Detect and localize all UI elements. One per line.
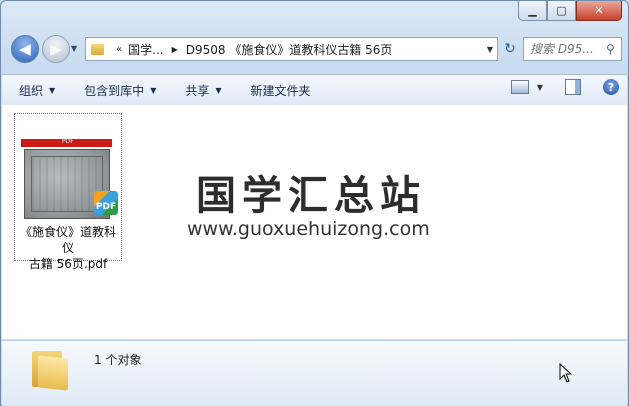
chevron-down-icon: ▼ [49, 85, 56, 95]
file-item[interactable]: PDF PDF 《施食仪》道教科仪 古籍 56页.pdf [14, 113, 122, 271]
file-list[interactable]: PDF PDF 《施食仪》道教科仪 古籍 56页.pdf 国学汇总站 www.g… [2, 105, 627, 339]
forward-button[interactable]: ▶ [42, 35, 70, 63]
chevron-down-icon: ▼ [215, 85, 222, 95]
pdf-file-icon: PDF [94, 191, 118, 215]
back-button[interactable]: ◀ [11, 35, 39, 63]
new-folder-label: 新建文件夹 [250, 83, 311, 98]
refresh-icon: ↻ [504, 41, 516, 57]
arrow-left-icon: ◀ [19, 40, 31, 58]
folder-icon [91, 43, 104, 55]
new-folder-button[interactable]: 新建文件夹 [251, 82, 311, 99]
mouse-cursor-icon [559, 363, 573, 383]
share-button[interactable]: 共享 ▼ [185, 82, 221, 99]
chevron-down-icon: ▼ [150, 85, 157, 95]
breadcrumb-current[interactable]: D9508 《施食仪》道教科仪古籍 56页 [186, 41, 393, 58]
watermark-url: www.guoxuehuizong.com [187, 218, 430, 240]
view-controls: ▼ ? [510, 79, 619, 95]
file-name-line2: 古籍 56页.pdf [28, 257, 108, 271]
share-label: 共享 [185, 83, 210, 98]
address-bar[interactable]: « 国学... ▶ D9508 《施食仪》道教科仪古籍 56页 ▼ [85, 37, 498, 61]
details-pane: 1 个对象 [2, 340, 627, 406]
command-bar: 组织 ▼ 包含到库中 ▼ 共享 ▼ 新建文件夹 ▼ ? [2, 74, 627, 106]
maximize-button[interactable]: ▢ [547, 1, 576, 21]
file-name-line1: 《施食仪》道教科仪 [19, 225, 116, 255]
item-count: 1 个对象 [94, 353, 142, 367]
large-folder-icon [30, 347, 72, 391]
search-input[interactable] [530, 42, 604, 56]
navigation-row: ◀ ▶ ▼ « 国学... ▶ D9508 《施食仪》道教科仪古籍 56页 ▼ … [9, 33, 622, 63]
watermark-title: 国学汇总站 [196, 173, 426, 219]
organize-button[interactable]: 组织 ▼ [19, 82, 55, 99]
breadcrumb-overflow[interactable]: « [116, 44, 122, 55]
search-box[interactable]: ⚲ [523, 37, 622, 61]
change-view-icon[interactable] [510, 80, 529, 94]
include-library-button[interactable]: 包含到库中 ▼ [84, 82, 156, 99]
close-button[interactable]: ✕ [576, 1, 622, 21]
minimize-button[interactable]: ▁ [518, 1, 547, 21]
file-name: 《施食仪》道教科仪 古籍 56页.pdf [15, 224, 121, 272]
preview-pane-icon[interactable] [565, 79, 581, 95]
explorer-window: ▁ ▢ ✕ ◀ ▶ ▼ « 国学... ▶ D9508 《施食仪》道教科仪古籍 … [0, 0, 629, 406]
organize-label: 组织 [19, 83, 44, 98]
breadcrumb-item[interactable]: 国学... [128, 41, 163, 58]
help-icon[interactable]: ? [603, 79, 619, 95]
thumbnail-banner-label: PDF [62, 138, 74, 145]
caption-buttons: ▁ ▢ ✕ [518, 1, 622, 21]
thumbnail-banner: PDF [21, 138, 112, 147]
refresh-button[interactable]: ↻ [499, 37, 521, 61]
address-dropdown-icon[interactable]: ▼ [487, 45, 493, 54]
breadcrumb-separator-icon[interactable]: ▶ [172, 45, 178, 54]
include-library-label: 包含到库中 [84, 83, 145, 98]
view-options-dropdown-icon[interactable]: ▼ [537, 83, 543, 92]
arrow-right-icon: ▶ [50, 40, 62, 58]
search-icon[interactable]: ⚲ [606, 42, 615, 56]
history-dropdown-icon[interactable]: ▼ [71, 44, 77, 53]
